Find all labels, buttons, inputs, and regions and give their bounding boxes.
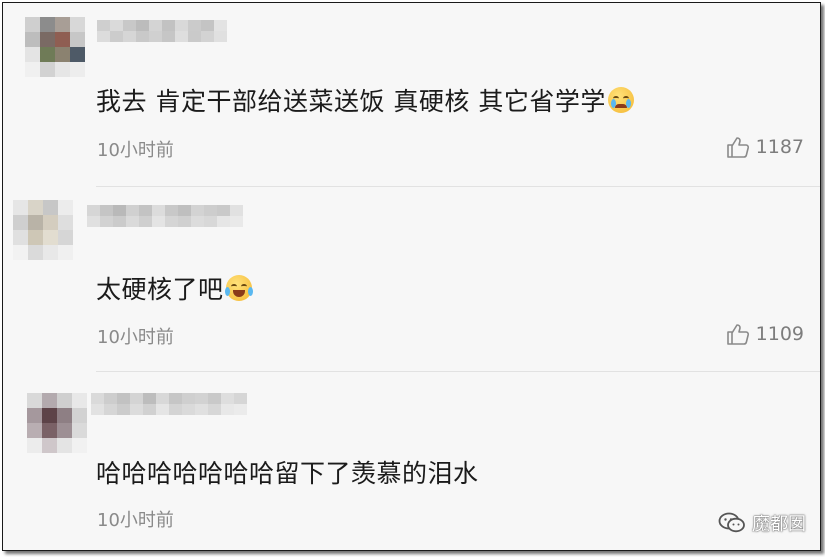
like-count: 1109 [755, 323, 804, 345]
username[interactable] [97, 20, 253, 42]
comment-text-content: 太硬核了吧 [96, 275, 224, 304]
thumbs-up-icon [726, 324, 749, 345]
timestamp: 10小时前 [97, 510, 174, 531]
like-count: 1187 [755, 136, 804, 158]
avatar[interactable] [27, 393, 87, 453]
avatar[interactable] [25, 17, 85, 77]
comment-text-content: 哈哈哈哈哈哈哈留下了羡慕的泪水 [96, 459, 479, 488]
divider [96, 371, 820, 372]
comment-text-content: 我去 肯定干部给送菜送饭 真硬核 其它省学学 [96, 87, 606, 116]
tears-of-joy-icon [224, 275, 253, 301]
wechat-icon [718, 512, 745, 533]
username[interactable] [87, 205, 243, 227]
comment-text: 我去 肯定干部给送菜送饭 真硬核 其它省学学 [96, 82, 634, 118]
timestamp: 10小时前 [97, 327, 174, 348]
comment-text: 太硬核了吧 [96, 270, 253, 306]
crying-face-icon [607, 87, 634, 113]
like-button[interactable]: 1109 [726, 323, 804, 345]
avatar[interactable] [13, 200, 73, 260]
thumbs-up-icon [726, 137, 749, 158]
comment-text: 哈哈哈哈哈哈哈留下了羡慕的泪水 [96, 454, 479, 490]
divider [96, 186, 820, 187]
like-button[interactable]: 1187 [726, 136, 804, 158]
comment-list: 我去 肯定干部给送菜送饭 真硬核 其它省学学 10小时前 1187 太硬核了吧 … [2, 2, 821, 551]
watermark: 魔都囡 [718, 510, 806, 536]
username[interactable] [91, 393, 247, 415]
timestamp: 10小时前 [97, 140, 174, 161]
watermark-label: 魔都囡 [752, 514, 806, 535]
